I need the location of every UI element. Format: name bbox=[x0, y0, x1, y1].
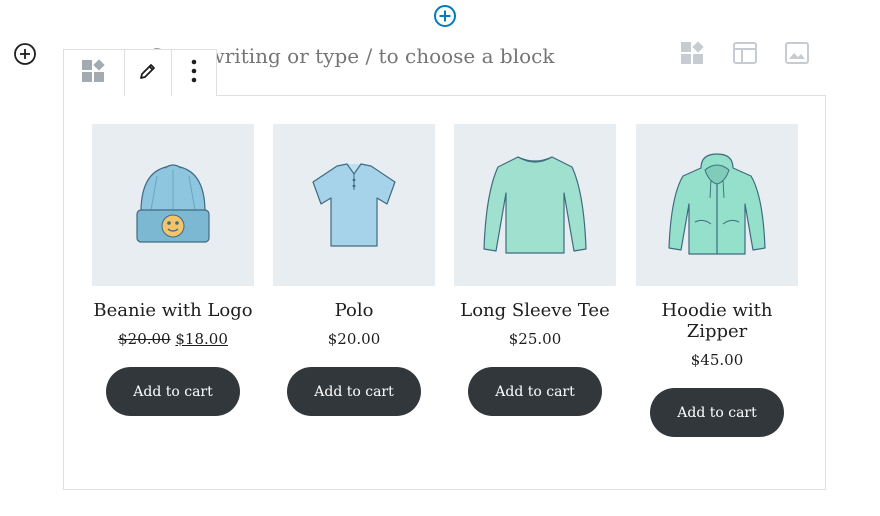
beanie-image bbox=[136, 164, 210, 243]
add-to-cart-button[interactable]: Add to cart bbox=[287, 367, 421, 416]
insert-table-button[interactable] bbox=[728, 38, 762, 72]
long-sleeve-tee-image bbox=[483, 156, 587, 254]
block-switcher-button[interactable] bbox=[64, 50, 125, 96]
block-toolbar bbox=[63, 49, 217, 96]
product-blocks-icon bbox=[680, 40, 706, 70]
product-name[interactable]: Beanie with Logo bbox=[92, 300, 254, 321]
more-options-button[interactable] bbox=[172, 50, 216, 96]
product-price: $20.00 $18.00 bbox=[92, 329, 254, 349]
more-vertical-icon bbox=[191, 59, 197, 87]
product-image[interactable] bbox=[92, 124, 254, 286]
product-price-regular: $20.00 bbox=[118, 330, 171, 348]
polo-image bbox=[312, 163, 396, 247]
layout-table-icon bbox=[732, 40, 758, 70]
product-card: Hoodie with Zipper $45.00 Add to cart bbox=[636, 124, 798, 437]
add-block-button-top[interactable] bbox=[433, 4, 457, 32]
product-name[interactable]: Polo bbox=[273, 300, 435, 321]
product-price: $45.00 bbox=[690, 351, 744, 369]
add-to-cart-button[interactable]: Add to cart bbox=[106, 367, 240, 416]
add-to-cart-button[interactable]: Add to cart bbox=[468, 367, 602, 416]
add-to-cart-button[interactable]: Add to cart bbox=[650, 388, 784, 437]
insert-image-button[interactable] bbox=[780, 38, 814, 72]
image-icon bbox=[784, 40, 810, 70]
insert-product-block-button[interactable] bbox=[676, 38, 710, 72]
hoodie-image bbox=[668, 153, 766, 255]
product-card: Polo $20.00 Add to cart bbox=[273, 124, 435, 416]
quick-inserters bbox=[676, 38, 814, 72]
product-price: $25.00 bbox=[508, 330, 562, 348]
product-image[interactable] bbox=[273, 124, 435, 286]
plus-circle-icon bbox=[433, 4, 457, 32]
product-name[interactable]: Hoodie with Zipper bbox=[636, 300, 798, 342]
product-card: Long Sleeve Tee $25.00 Add to cart bbox=[454, 124, 616, 416]
product-blocks-icon bbox=[81, 58, 107, 88]
plus-circle-icon bbox=[13, 42, 37, 70]
product-card: Beanie with Logo $20.00 $18.00 Add to ca… bbox=[92, 124, 254, 416]
product-price-sale: $18.00 bbox=[175, 330, 228, 348]
product-image[interactable] bbox=[454, 124, 616, 286]
product-price: $20.00 bbox=[327, 330, 381, 348]
product-name[interactable]: Long Sleeve Tee bbox=[454, 300, 616, 321]
edit-button[interactable] bbox=[125, 50, 173, 96]
pencil-icon bbox=[138, 61, 158, 85]
product-image[interactable] bbox=[636, 124, 798, 286]
add-block-button-left[interactable] bbox=[13, 42, 37, 70]
